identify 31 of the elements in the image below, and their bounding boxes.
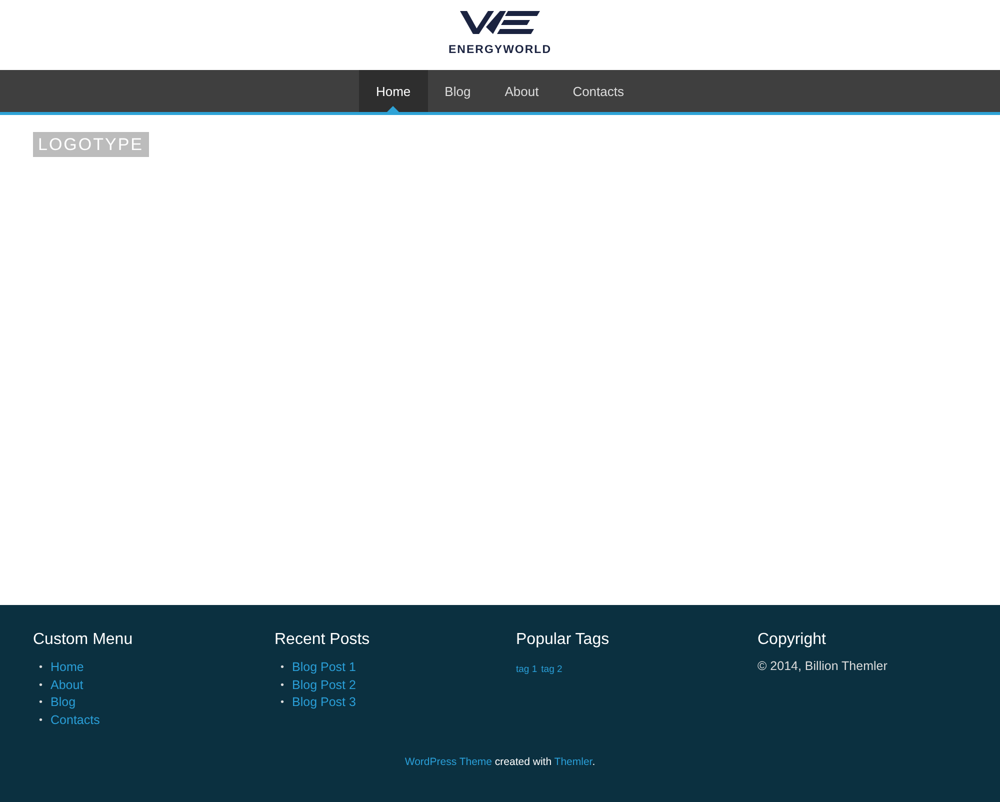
copyright-text: © 2014, Billion Themler (758, 659, 888, 673)
footer-heading: Recent Posts (274, 631, 371, 649)
footer-link[interactable]: Blog (50, 694, 76, 712)
credit-text: WordPress Theme created with Themler. (404, 756, 596, 768)
credit-link[interactable]: Themler (554, 756, 592, 768)
footer-link[interactable]: Home (50, 659, 84, 676)
nav-link[interactable]: Home (358, 70, 428, 112)
footer-heading: Copyright (758, 631, 827, 649)
footer-heading: Popular Tags (516, 631, 610, 649)
bullet: • (280, 661, 284, 675)
bullet: • (39, 678, 43, 692)
bullet: • (39, 714, 43, 728)
footer-link[interactable]: Blog Post 2 (292, 676, 356, 694)
bullet: • (280, 696, 284, 710)
bullet: • (39, 661, 43, 675)
bullet: • (39, 696, 43, 710)
footer-link[interactable]: Blog Post 3 (292, 694, 356, 712)
tag-link[interactable]: tag 1 (516, 664, 538, 675)
credit-link[interactable]: WordPress Theme (404, 756, 492, 768)
footer-heading: Custom Menu (33, 631, 134, 649)
bullet: • (280, 678, 284, 692)
logotype-image: LOGOTYPE (33, 132, 149, 157)
nav-link[interactable]: Blog (428, 70, 488, 112)
logo-icon (460, 9, 540, 34)
nav-link[interactable]: About (488, 70, 556, 112)
footer-link[interactable]: About (50, 676, 84, 694)
footer-link[interactable]: Blog Post 1 (292, 659, 356, 676)
footer-link[interactable]: Contacts (50, 712, 100, 729)
nav-link[interactable]: Contacts (556, 70, 641, 112)
tag-link[interactable]: tag 2 (541, 664, 562, 675)
brand-name: ENERGYWORLD (448, 44, 552, 57)
